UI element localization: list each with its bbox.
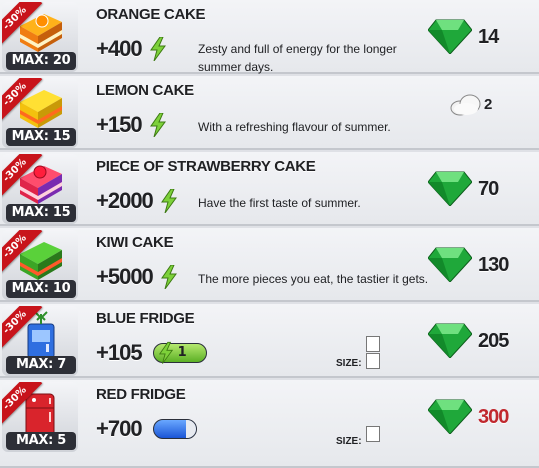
gain-value: +400 [96, 36, 143, 61]
item-name: KIWI CAKE [96, 234, 174, 251]
emerald-gem-icon [428, 247, 472, 282]
price-button[interactable]: 14 [428, 10, 538, 66]
max-badge: MAX: 15 [6, 204, 76, 222]
lightning-icon [158, 341, 173, 364]
lightning-icon [160, 265, 177, 289]
item-description: With a refreshing flavour of summer. [198, 120, 391, 134]
item-name: PIECE OF STRAWBERRY CAKE [96, 158, 316, 175]
item-name: RED FRIDGE [96, 386, 186, 403]
gain-value: +105 [96, 340, 143, 365]
price-button[interactable]: 130 [428, 238, 538, 294]
emerald-gem-icon [428, 19, 472, 54]
gain-value: +150 [96, 112, 143, 137]
energy-gain: +105 1 [96, 340, 207, 366]
price-button[interactable]: 2 [428, 86, 538, 142]
size-label: SIZE: [336, 358, 362, 369]
lightning-icon [149, 113, 166, 137]
size-cell [366, 353, 380, 369]
lightning-icon [160, 189, 177, 213]
size-cell [366, 336, 380, 352]
energy-gain: +2000 [96, 188, 178, 214]
max-badge: MAX: 5 [6, 432, 76, 450]
energy-capacity-bar: 1 [152, 341, 207, 364]
shop-item-orange-cake[interactable]: -30% MAX: 20 ORANGE CAKE +400 Zesty and … [0, 0, 539, 74]
price-button[interactable]: 70 [428, 162, 538, 218]
item-thumbnail: -30% MAX: 5 [2, 382, 78, 452]
energy-bonus: 1 [177, 345, 187, 360]
size-indicator [366, 426, 380, 443]
price-button[interactable]: 205 [428, 314, 538, 370]
item-name: LEMON CAKE [96, 82, 194, 99]
price-button[interactable]: 300 [428, 390, 538, 446]
storage-bar [152, 419, 197, 439]
gain-value: +700 [96, 416, 143, 441]
price-value: 2 [484, 96, 493, 113]
size-label: SIZE: [336, 436, 362, 447]
item-thumbnail: -30% MAX: 7 [2, 306, 78, 376]
item-description: Zesty and full of energy for the longer … [198, 42, 397, 74]
shop-item-strawberry-cake[interactable]: -30% MAX: 15 PIECE OF STRAWBERRY CAKE +2… [0, 152, 539, 226]
lightning-icon [149, 37, 166, 61]
shop-item-red-fridge[interactable]: -30% MAX: 5 RED FRIDGE +700 SIZE: 300 [0, 380, 539, 468]
energy-gain: +400 [96, 36, 167, 62]
item-description: Have the first taste of summer. [198, 196, 361, 210]
item-thumbnail: -30% MAX: 15 [2, 78, 78, 148]
energy-gain: +700 [96, 416, 197, 442]
item-description: The more pieces you eat, the tastier it … [198, 272, 429, 286]
price-value: 205 [478, 330, 509, 352]
emerald-gem-icon [428, 323, 472, 358]
price-value: 14 [478, 26, 499, 48]
energy-gain: +5000 [96, 264, 178, 290]
max-badge: MAX: 20 [6, 52, 76, 70]
item-thumbnail: -30% MAX: 20 [2, 2, 78, 72]
shop-item-lemon-cake[interactable]: -30% MAX: 15 LEMON CAKE +150 With a refr… [0, 76, 539, 150]
gain-value: +2000 [96, 188, 154, 213]
size-indicator [366, 336, 380, 370]
emerald-gem-icon [428, 399, 472, 434]
item-thumbnail: -30% MAX: 15 [2, 154, 78, 224]
size-cell [366, 426, 380, 442]
price-value: 70 [478, 178, 499, 200]
energy-gain: +150 [96, 112, 167, 138]
item-name: BLUE FRIDGE [96, 310, 195, 327]
max-badge: MAX: 7 [6, 356, 76, 374]
item-thumbnail: -30% MAX: 10 [2, 230, 78, 300]
cloud-icon [450, 94, 481, 116]
shop-item-blue-fridge[interactable]: -30% MAX: 7 BLUE FRIDGE +105 1 SIZE: 205 [0, 304, 539, 378]
shop-item-list: -30% MAX: 20 ORANGE CAKE +400 Zesty and … [0, 0, 539, 468]
max-badge: MAX: 15 [6, 128, 76, 146]
shop-item-kiwi-cake[interactable]: -30% MAX: 10 KIWI CAKE +5000 The more pi… [0, 228, 539, 302]
price-value: 130 [478, 254, 509, 276]
gain-value: +5000 [96, 264, 154, 289]
price-value: 300 [478, 406, 509, 428]
emerald-gem-icon [428, 171, 472, 206]
max-badge: MAX: 10 [6, 280, 76, 298]
item-name: ORANGE CAKE [96, 6, 206, 23]
